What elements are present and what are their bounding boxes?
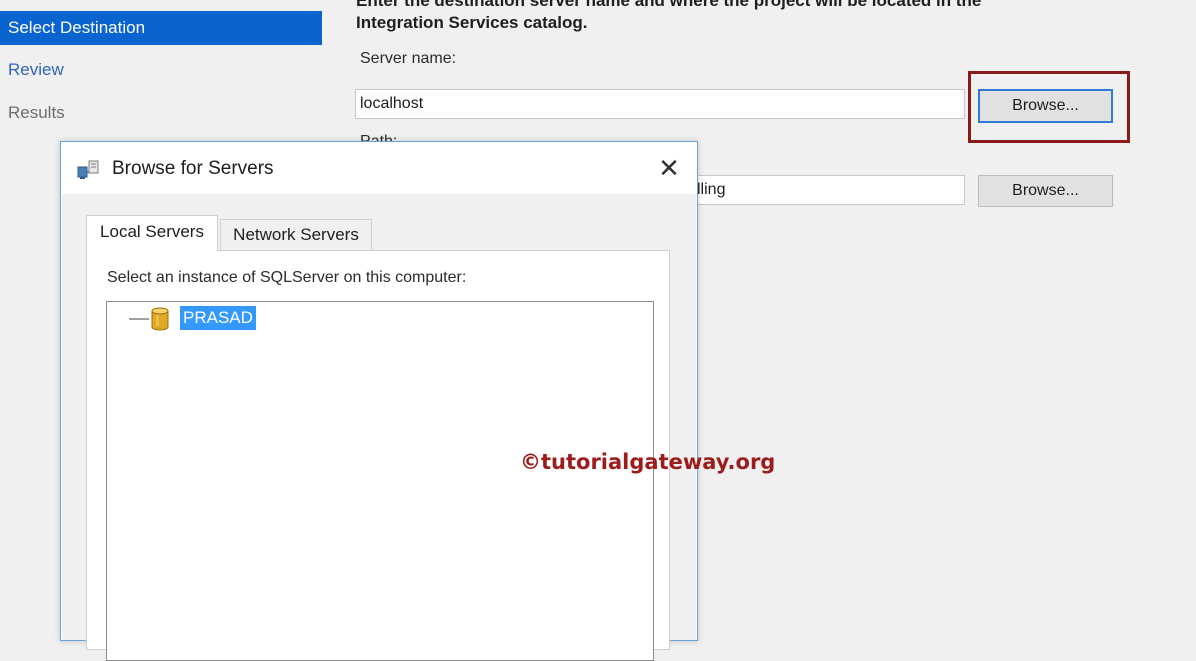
- tree-connector: [129, 318, 149, 320]
- watermark-text: ©tutorialgateway.org: [520, 450, 776, 474]
- database-icon: [151, 307, 169, 331]
- instruction-line-2: Integration Services catalog.: [356, 13, 588, 32]
- server-name-input[interactable]: localhost: [355, 89, 965, 119]
- server-name-label: Server name:: [360, 50, 457, 67]
- dialog-titlebar[interactable]: Browse for Servers ✕: [61, 142, 697, 194]
- server-tree[interactable]: PRASAD: [106, 301, 654, 661]
- dialog-body: Local Servers Network Servers Select an …: [62, 194, 696, 661]
- instruction-line-1: Enter the destination server name and wh…: [356, 0, 982, 10]
- tab-network-servers[interactable]: Network Servers: [220, 219, 372, 251]
- nav-item-select-destination[interactable]: Select Destination: [0, 11, 322, 45]
- nav-item-results: Results: [8, 103, 65, 122]
- tree-item-server[interactable]: PRASAD: [180, 306, 256, 330]
- page-instruction: Enter the destination server name and wh…: [356, 0, 981, 34]
- dialog-title: Browse for Servers: [112, 158, 274, 179]
- tab-local-servers[interactable]: Local Servers: [86, 215, 218, 251]
- browse-highlight-box: [968, 71, 1130, 143]
- browse-for-servers-dialog: Browse for Servers ✕ Local Servers Netwo…: [60, 141, 698, 661]
- server-network-icon: [77, 160, 99, 179]
- path-browse-button[interactable]: Browse...: [978, 175, 1113, 207]
- nav-item-review[interactable]: Review: [0, 53, 322, 87]
- instance-instruction-label: Select an instance of SQLServer on this …: [107, 269, 467, 286]
- close-icon[interactable]: ✕: [649, 150, 689, 186]
